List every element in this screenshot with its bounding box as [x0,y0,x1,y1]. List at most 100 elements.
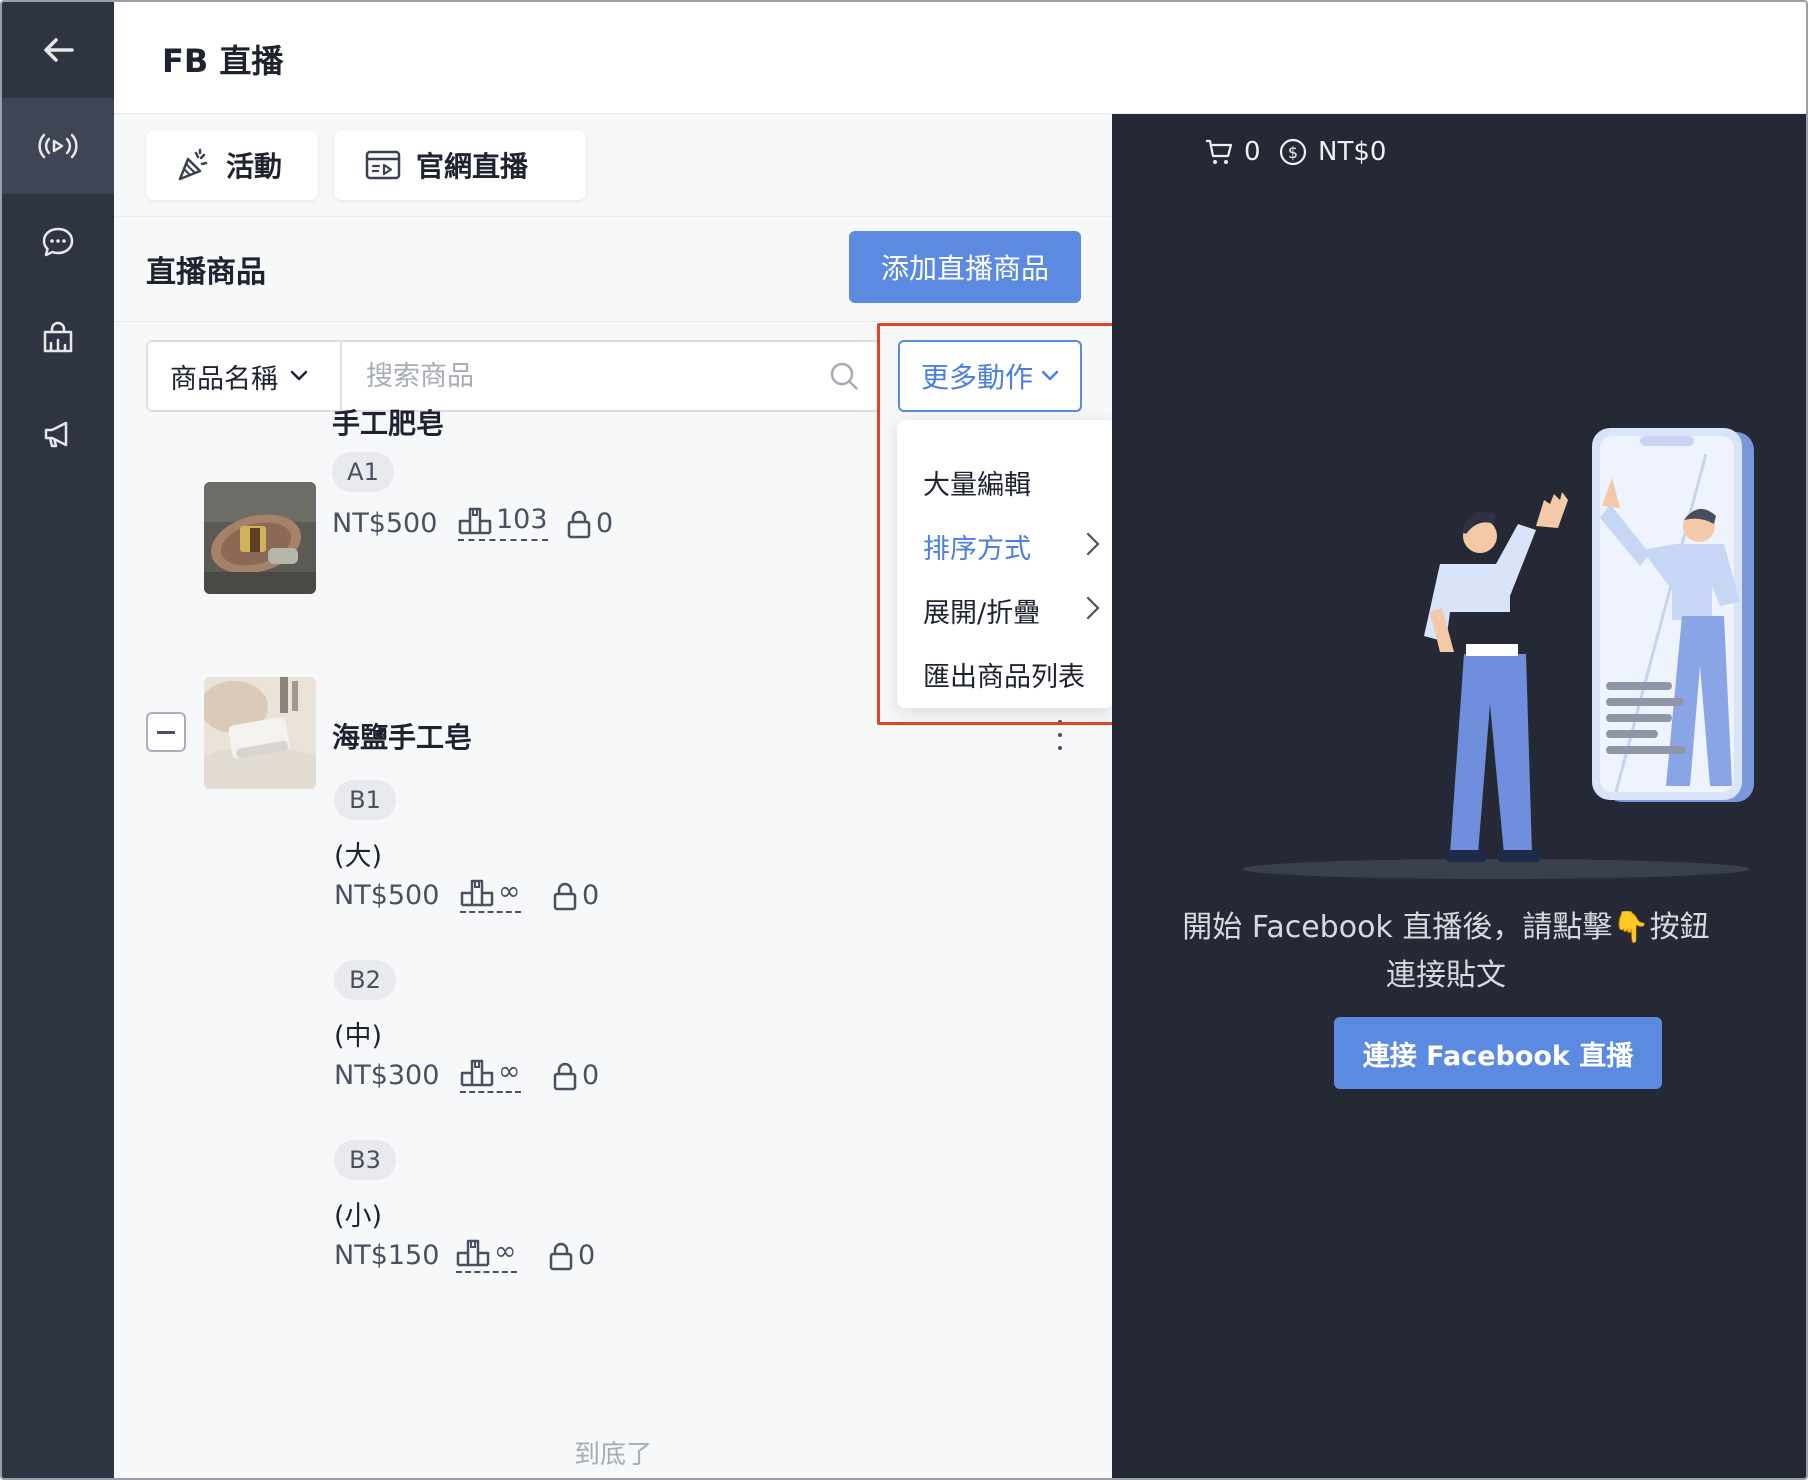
official-live-label: 官網直播 [416,150,529,183]
menu-item-label: 展開/折疊 [923,597,1041,629]
product-name: 海鹽手工皂 [332,721,473,754]
top-bar: FB 直播 [114,2,1806,114]
chevron-down-icon [290,370,308,381]
soap-photo [204,482,316,594]
chat-bubble-icon [42,227,74,257]
collapse-variants-button[interactable] [146,712,186,752]
connect-facebook-live-button[interactable]: 連接 Facebook 直播 [1334,1017,1662,1089]
sidebar-item-shop[interactable] [2,290,114,386]
stock-count[interactable]: 103 [458,504,548,541]
official-live-button[interactable]: 官網直播 [334,130,586,200]
live-broadcast-icon [38,133,78,159]
lock-icon [549,1242,573,1270]
inventory-boxes-icon [460,1059,494,1086]
stock-count[interactable]: ∞ [460,1056,521,1093]
menu-item-bulk-edit[interactable]: 大量編輯 [923,462,1113,502]
shop-icon [43,321,73,353]
inventory-boxes-icon [456,1239,490,1266]
add-live-product-button[interactable]: 添加直播商品 [849,231,1081,303]
connect-hint-text: 開始 Facebook 直播後，請點擊👇按鈕 連接貼文 [1056,904,1806,1000]
app-window: FB 直播 活動 官網直播 直播商品 添加直播商品 商品名稱 搜索商品 更多動作… [0,0,1808,1480]
locked-count: 0 [548,1240,595,1271]
more-actions-menu: 大量編輯 排序方式 展開/折疊 匯出商品列表 [897,420,1115,708]
search-field-value: 商品名稱 [170,363,278,395]
product-name: 手工肥皂 [332,407,445,440]
live-preview-panel: 0 $ NT$0 開始 Facebook 直播後，請點擊👇按鈕 連接貼文 連接 … [1112,114,1806,1478]
variant-name: (大) [334,841,383,872]
cart-icon [1206,139,1233,164]
list-end-text: 到底了 [573,1440,652,1470]
chevron-right-icon [1086,596,1100,620]
locked-count: 0 [566,508,613,539]
stock-value: ∞ [498,1056,521,1087]
activity-button[interactable]: 活動 [146,130,318,200]
back-button[interactable] [2,2,114,98]
sea-salt-soap-photo [204,677,316,789]
more-actions-button[interactable]: 更多動作 [898,340,1082,412]
cart-counter: 0 [1204,132,1261,172]
lock-icon [567,510,591,538]
activity-label: 活動 [226,150,283,183]
megaphone-icon [44,421,68,448]
locked-value: 0 [582,1060,600,1091]
sales-total: $ NT$0 [1278,132,1386,172]
locked-value: 0 [582,880,600,911]
stock-value: ∞ [498,876,521,907]
search-bar: 商品名稱 [146,340,880,412]
sku-badge: A1 [332,452,394,492]
total-amount: NT$0 [1318,137,1387,167]
variant-price: NT$300 [334,1060,440,1091]
hint-line-1: 開始 Facebook 直播後，請點擊👇按鈕 [1182,910,1710,945]
locked-count: 0 [552,880,599,911]
stock-count[interactable]: ∞ [460,876,521,913]
chevron-down-icon [1041,370,1059,381]
variant-price: NT$150 [334,1240,440,1271]
locked-value: 0 [596,508,614,539]
product-thumbnail[interactable] [204,677,316,789]
cart-count: 0 [1244,137,1261,167]
inventory-boxes-icon [458,507,492,534]
back-arrow-icon [44,38,74,62]
section-header: 直播商品 添加直播商品 [114,216,1112,322]
sku-badge: B1 [334,780,396,820]
menu-item-sort[interactable]: 排序方式 [923,526,1113,566]
dollar-coin-icon: $ [1279,138,1307,166]
sidebar-item-marketing[interactable] [2,386,114,482]
variant-price: NT$500 [334,880,440,911]
menu-item-label: 大量編輯 [923,469,1031,501]
product-more-menu[interactable] [1050,720,1070,750]
menu-item-expand-collapse[interactable]: 展開/折疊 [923,590,1113,630]
svg-text:$: $ [1288,143,1298,162]
stock-value: ∞ [494,1236,517,1267]
variant-name: (小) [334,1201,383,1232]
party-popper-icon [178,148,208,181]
lock-icon [553,882,577,910]
sidebar-item-chat[interactable] [2,194,114,290]
sku-badge: B2 [334,960,396,1000]
menu-item-label: 排序方式 [923,533,1031,565]
web-live-icon [365,150,401,180]
stock-value: 103 [496,504,548,535]
locked-value: 0 [578,1240,596,1271]
product-thumbnail[interactable] [204,482,316,594]
menu-item-label: 匯出商品列表 [923,661,1085,693]
stock-count[interactable]: ∞ [456,1236,517,1273]
search-input[interactable] [344,342,824,410]
page-title: FB 直播 [162,42,284,80]
sidebar-item-live[interactable] [2,98,114,194]
product-panel: 活動 官網直播 直播商品 添加直播商品 商品名稱 更多動作 [114,114,1115,1478]
search-icon[interactable] [828,360,860,392]
chevron-right-icon [1086,532,1100,556]
sku-badge: B3 [334,1140,396,1180]
search-field-select[interactable]: 商品名稱 [148,342,342,410]
facebook-live-illustration [1242,428,1754,879]
section-title: 直播商品 [146,255,266,290]
variant-name: (中) [334,1021,383,1052]
product-price: NT$500 [332,508,438,539]
hint-line-2: 連接貼文 [1386,958,1506,993]
more-actions-label: 更多動作 [920,361,1033,394]
lock-icon [553,1062,577,1090]
locked-count: 0 [552,1060,599,1091]
inventory-boxes-icon [460,879,494,906]
menu-item-export[interactable]: 匯出商品列表 [923,654,1113,694]
